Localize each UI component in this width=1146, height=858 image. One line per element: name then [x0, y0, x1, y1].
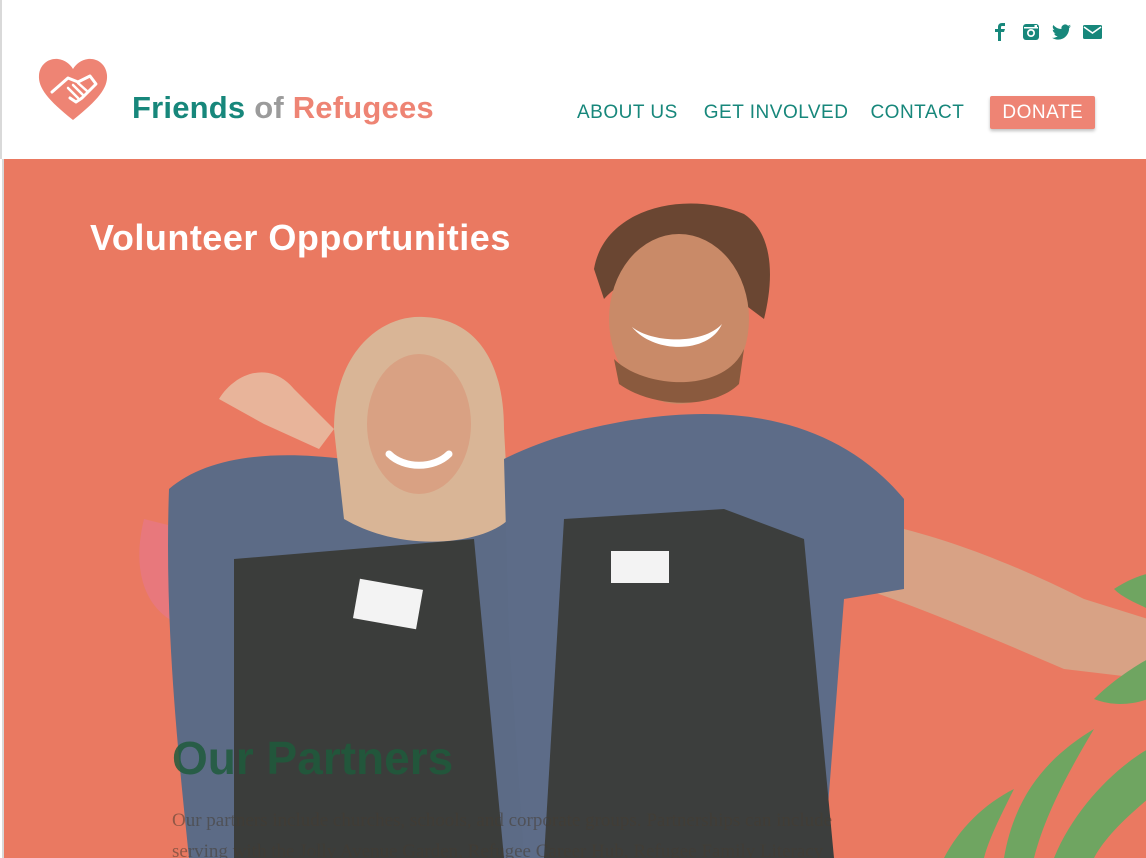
- nav-about-us[interactable]: ABOUT US: [577, 102, 678, 124]
- brand-word-refugees: Refugees: [292, 90, 434, 125]
- partners-line-1: Our partners include churches, schools, …: [172, 810, 833, 831]
- twitter-icon[interactable]: [1052, 22, 1071, 41]
- heart-handshake-logo-icon[interactable]: [38, 58, 108, 122]
- brand-word-friends: Friends: [132, 90, 246, 125]
- hero-section: Volunteer Opportunities Our Partners Our…: [2, 159, 1146, 858]
- facebook-icon[interactable]: [990, 22, 1009, 41]
- main-nav: ABOUT US GET INVOLVED CONTACT DONATE: [577, 96, 1096, 129]
- instagram-icon[interactable]: [1021, 22, 1040, 41]
- brand-word-of: of: [254, 90, 284, 125]
- partners-line-2: serving with the Jolly Avenue Garden, Re…: [172, 841, 824, 858]
- partners-description: Our partners include churches, schools, …: [172, 805, 1072, 858]
- site-header: Friends of Refugees ABOUT US GET INVOLVE…: [0, 0, 1146, 159]
- hero-title: Volunteer Opportunities: [90, 217, 511, 258]
- nav-get-involved[interactable]: GET INVOLVED: [704, 102, 849, 124]
- email-icon[interactable]: [1083, 22, 1102, 41]
- brand-name[interactable]: Friends of Refugees: [132, 90, 434, 126]
- partners-heading: Our Partners: [172, 732, 454, 784]
- social-links: [990, 22, 1102, 41]
- nav-contact[interactable]: CONTACT: [870, 102, 964, 124]
- donate-button[interactable]: DONATE: [990, 96, 1096, 129]
